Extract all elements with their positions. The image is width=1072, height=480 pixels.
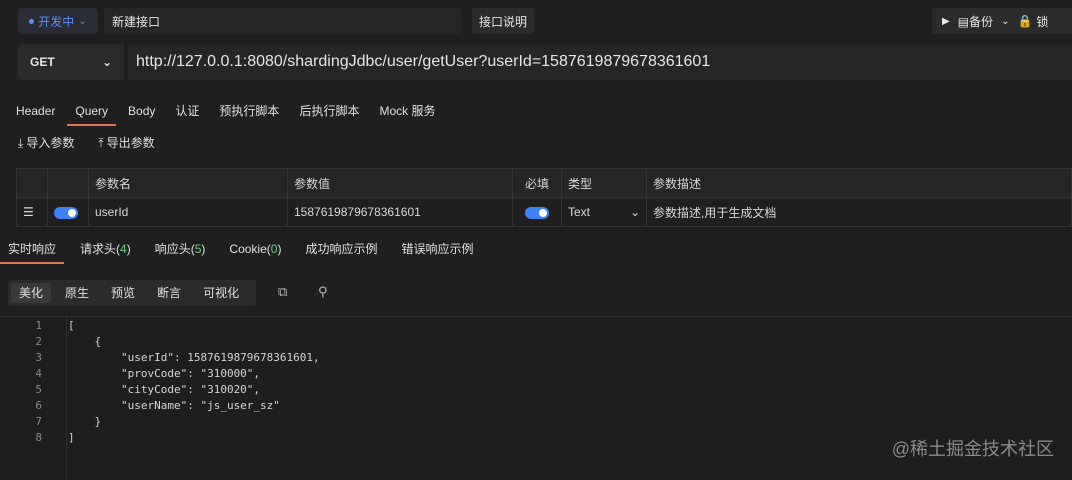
tab-body[interactable]: Body (120, 96, 163, 126)
toggle-switch (54, 206, 78, 219)
params-actions: ⤓ 导入参数 ⤒ 导出参数 (18, 134, 155, 151)
col-header-required: 必填 (512, 168, 562, 198)
right-toolbar: ▶ ▤备份 ⌄ 🔒 锁 (932, 8, 1072, 34)
chevron-down-icon: ⌄ (78, 15, 87, 27)
code-line: } (68, 415, 102, 428)
code-line: "userName": "js_user_sz" (68, 399, 280, 412)
col-header-name: 参数名 (88, 168, 288, 198)
tab-header[interactable]: Header (8, 96, 63, 126)
code-line: [ (68, 319, 75, 332)
view-assert[interactable]: 断言 (149, 283, 189, 303)
tab-realtime-response[interactable]: 实时响应 (0, 236, 65, 264)
param-name-cell[interactable]: userId (88, 197, 288, 227)
backup-button[interactable]: ▤备份 (958, 13, 993, 30)
drag-col-header (16, 168, 48, 198)
line-number: 3 (35, 351, 42, 364)
line-number: 1 (35, 319, 42, 332)
api-name-input[interactable]: 新建接口 (104, 8, 462, 34)
line-number: 2 (35, 335, 42, 348)
tab-query[interactable]: Query (67, 96, 117, 126)
type-label: Text (568, 205, 591, 219)
table-header-row: 参数名 参数值 必填 类型 参数描述 (16, 168, 1072, 198)
view-visualize[interactable]: 可视化 (195, 283, 247, 303)
url-input[interactable]: http://127.0.0.1:8080/shardingJdbc/user/… (128, 44, 1072, 80)
table-row: ☰ userId 1587619879678361601 Text ⌄ 参数描述,… (16, 197, 1072, 227)
code-line: "cityCode": "310020", (68, 383, 261, 396)
col-header-type: 类型 (561, 168, 647, 198)
lock-icon[interactable]: 🔒 (1017, 14, 1032, 28)
import-label: 导入参数 (26, 136, 75, 150)
chevron-down-icon[interactable]: ⌄ (1001, 16, 1009, 27)
api-doc-button[interactable]: 接口说明 (472, 8, 534, 34)
view-preview[interactable]: 预览 (103, 283, 143, 303)
cut-text: 锁 (1036, 14, 1049, 29)
line-number: 8 (35, 431, 42, 444)
code-line: "provCode": "310000", (68, 367, 261, 380)
chevron-down-icon: ⌄ (629, 205, 640, 219)
line-number: 5 (35, 383, 42, 396)
count-badge: 5 (194, 242, 202, 256)
toggle-col-header (47, 168, 89, 198)
tab-label: 请求头 (80, 242, 117, 256)
method-label: GET (30, 55, 55, 69)
run-icon[interactable]: ▶ (942, 16, 950, 27)
type-select[interactable]: Text ⌄ (561, 197, 647, 227)
toggle-switch (525, 206, 549, 219)
col-header-value: 参数值 (287, 168, 513, 198)
line-number: 7 (35, 415, 42, 428)
code-line: ] (68, 431, 75, 444)
tab-pre-script[interactable]: 预执行脚本 (211, 96, 287, 126)
required-toggle[interactable] (512, 197, 562, 227)
top-bar: 开发中 ⌄ 新建接口 接口说明 ▶ ▤备份 ⌄ 🔒 锁 (0, 6, 1072, 36)
line-number: 6 (35, 399, 42, 412)
tab-request-headers[interactable]: 请求头(4) (72, 236, 139, 264)
watermark: @稀土掘金技术社区 (891, 439, 1054, 459)
export-label: 导出参数 (106, 136, 155, 150)
request-tabs: Header Query Body 认证 预执行脚本 后执行脚本 Mock 服务 (8, 96, 447, 126)
backup-icon: ▤ (957, 14, 970, 29)
upload-icon: ⤒ (98, 136, 104, 150)
view-beautify[interactable]: 美化 (11, 283, 52, 303)
params-table: 参数名 参数值 必填 类型 参数描述 ☰ userId 158761987967… (16, 168, 1072, 227)
status-dropdown[interactable]: 开发中 ⌄ (18, 8, 98, 34)
tab-mock[interactable]: Mock 服务 (371, 96, 443, 126)
view-mode-bar: 美化 原生 预览 断言 可视化 (8, 280, 256, 306)
param-value-cell[interactable]: 1587619879678361601 (287, 197, 513, 227)
tab-success-example[interactable]: 成功响应示例 (297, 236, 385, 264)
tab-response-headers[interactable]: 响应头(5) (147, 236, 214, 264)
count-badge: 0 (270, 242, 278, 256)
tab-auth[interactable]: 认证 (167, 96, 207, 126)
tab-post-script[interactable]: 后执行脚本 (291, 96, 367, 126)
line-gutter: 1 2 3 4 5 6 7 8 (0, 317, 67, 480)
status-dot-icon (29, 18, 35, 24)
response-tabs: 实时响应 请求头(4) 响应头(5) Cookie(0) 成功响应示例 错误响应… (0, 236, 490, 264)
status-label: 开发中 (38, 14, 75, 29)
copy-icon[interactable]: ⧉ (278, 284, 287, 300)
drag-handle-icon[interactable]: ☰ (16, 197, 48, 227)
tab-label: Cookie (229, 242, 267, 256)
import-params-button[interactable]: ⤓ 导入参数 (18, 134, 74, 151)
tab-label: 响应头 (154, 242, 191, 256)
request-bar: GET ⌄ http://127.0.0.1:8080/shardingJdbc… (18, 44, 1072, 80)
enable-toggle[interactable] (47, 197, 89, 227)
line-number: 4 (35, 367, 42, 380)
code-line: { (68, 335, 102, 348)
param-desc-cell[interactable]: 参数描述,用于生成文档 (646, 197, 1072, 227)
view-raw[interactable]: 原生 (57, 283, 97, 303)
tab-error-example[interactable]: 错误响应示例 (393, 236, 481, 264)
chevron-down-icon: ⌄ (101, 55, 112, 69)
backup-label: 备份 (969, 14, 994, 29)
download-icon: ⤓ (18, 136, 24, 150)
code-line: "userId": 1587619879678361601, (68, 351, 320, 364)
tab-cookie[interactable]: Cookie(0) (221, 236, 289, 264)
method-select[interactable]: GET ⌄ (18, 44, 124, 80)
export-params-button[interactable]: ⤒ 导出参数 (98, 134, 154, 151)
count-badge: 4 (120, 242, 127, 256)
search-icon[interactable]: ⚲ (318, 284, 328, 300)
col-header-desc: 参数描述 (646, 168, 1072, 198)
